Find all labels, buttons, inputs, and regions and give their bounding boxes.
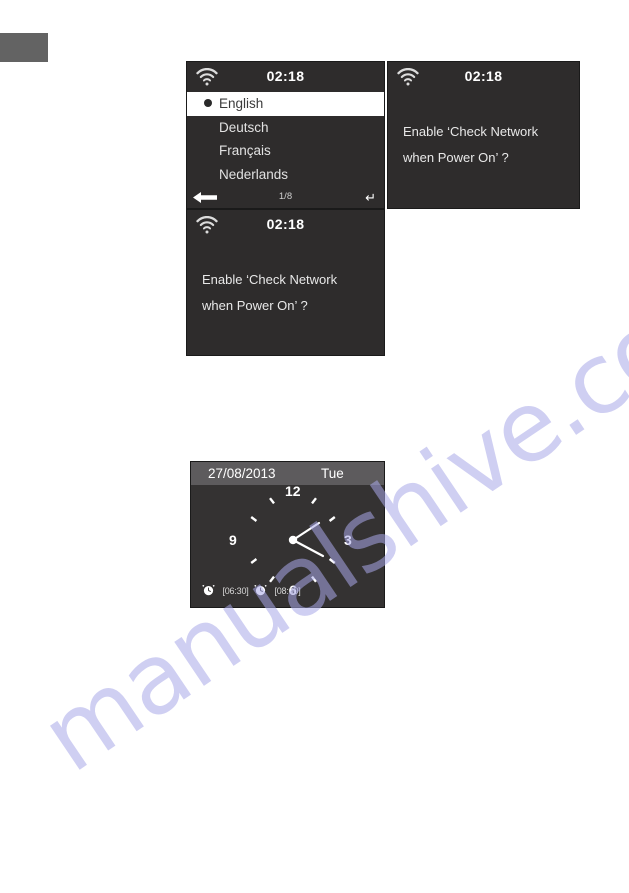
language-item-deutsch[interactable]: Deutsch	[187, 116, 384, 140]
analog-clock-face: 12 3 6 9	[229, 483, 352, 598]
clock-face-area: 12 3 6 9 [06:30] [08:00]	[191, 483, 384, 602]
language-item-francais[interactable]: Français	[187, 139, 384, 163]
page-tab-marker	[0, 33, 48, 62]
clock-numeral-3: 3	[344, 532, 352, 548]
dialog-body: Enable ‘Check Network when Power On’ ? Y…	[187, 240, 384, 355]
alarm-indicator-1[interactable]: [06:30]	[202, 581, 249, 596]
navigation-bar: 1/8 ↵	[187, 188, 384, 208]
clock-weekday: Tue	[321, 466, 344, 481]
status-time: 02:18	[266, 216, 305, 232]
alarm-time: [06:30]	[222, 586, 249, 596]
alarm-clock-icon	[202, 583, 219, 600]
language-list: English Deutsch Français Nederlands	[187, 92, 384, 186]
screen-confirm-check-network-middle-left: 02:18 Enable ‘Check Network when Power O…	[186, 209, 385, 356]
screen-language-select: 02:18 English Deutsch Français Nederland…	[186, 61, 385, 209]
clock-numeral-9: 9	[229, 532, 237, 548]
clock-numeral-12: 12	[285, 483, 301, 499]
alarm-time: [08:00]	[274, 586, 301, 596]
dialog-message-line-1: Enable ‘Check Network	[202, 272, 338, 287]
alarm-clock-icon	[254, 583, 271, 600]
alarm-indicators: [06:30] [08:00]	[191, 581, 384, 597]
language-label: Deutsch	[219, 119, 269, 135]
enter-return-icon[interactable]: ↵	[365, 191, 376, 204]
language-label: English	[219, 96, 264, 111]
language-label: Nederlands	[219, 166, 289, 182]
selected-bullet-icon	[204, 99, 212, 107]
dialog-message-line-2: when Power On’ ?	[403, 150, 509, 165]
language-label: Français	[219, 143, 271, 158]
dialog-message-line-2: when Power On’ ?	[202, 298, 308, 313]
status-time: 02:18	[266, 68, 305, 84]
page-indicator: 1/8	[278, 191, 293, 202]
status-bar: 02:18	[388, 62, 579, 92]
screen-clock: 27/08/2013 Tue 12 3 6 9 [06:30] [08:00]	[190, 461, 385, 608]
alarm-indicator-2[interactable]: [08:00]	[254, 581, 301, 596]
screen-confirm-check-network-top-right: 02:18 Enable ‘Check Network when Power O…	[387, 61, 580, 209]
dialog-body: Enable ‘Check Network when Power On’ ? Y…	[388, 92, 579, 208]
status-time: 02:18	[464, 68, 503, 84]
dialog-message-line-1: Enable ‘Check Network	[403, 124, 539, 139]
language-item-english[interactable]: English	[187, 92, 384, 116]
language-item-nederlands[interactable]: Nederlands	[187, 163, 384, 187]
status-bar: 02:18	[187, 210, 384, 240]
clock-header: 27/08/2013 Tue	[191, 462, 384, 485]
status-bar: 02:18	[187, 62, 384, 92]
clock-date: 27/08/2013	[208, 466, 276, 481]
